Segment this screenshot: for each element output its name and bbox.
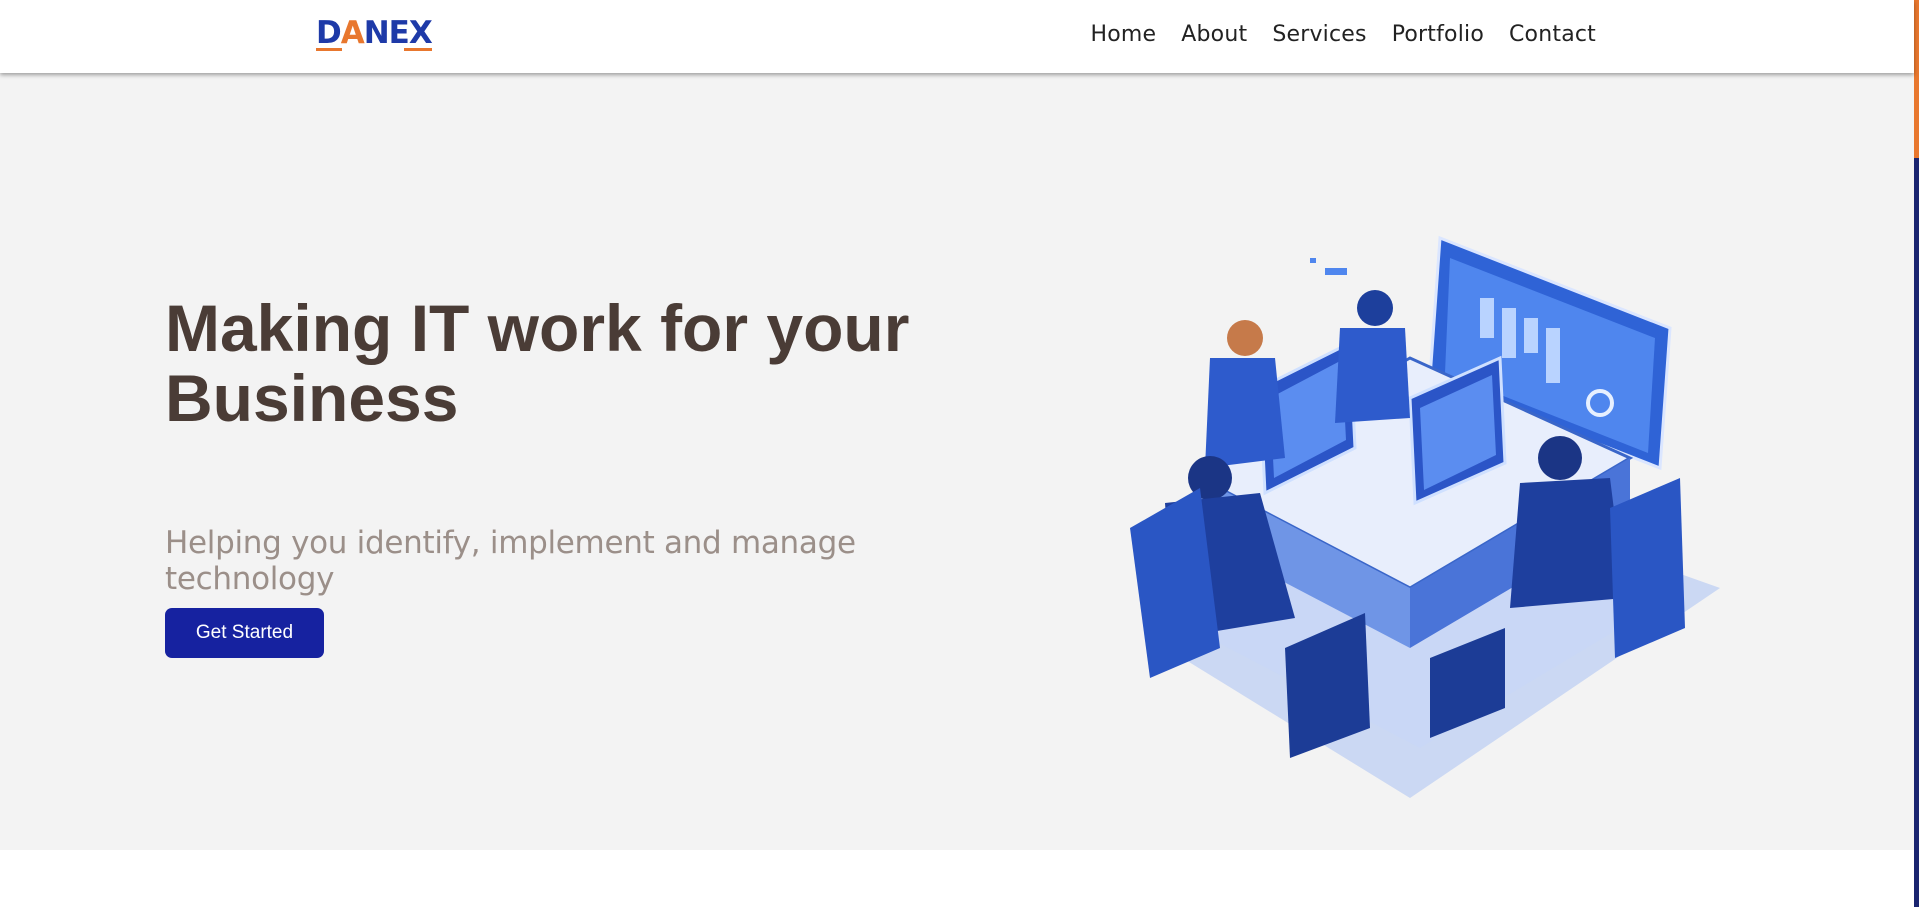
nav-services[interactable]: Services: [1272, 20, 1366, 50]
isometric-office-illustration: [1130, 235, 1720, 798]
hero-section: Making IT work for your Business Helping…: [0, 73, 1914, 850]
scrollbar-thumb[interactable]: [1914, 0, 1919, 158]
hero-headline-line1: Making IT work for your: [165, 291, 910, 365]
hero-subheadline: Helping you identify, implement and mana…: [165, 525, 856, 597]
screen-bar: [1524, 318, 1538, 353]
nav-contact[interactable]: Contact: [1509, 20, 1596, 50]
nav-portfolio[interactable]: Portfolio: [1392, 20, 1484, 50]
person-body: [1335, 328, 1410, 423]
site-header: DANEX Home About Services Portfolio Cont…: [0, 0, 1914, 73]
person-head: [1227, 320, 1263, 356]
nav-about[interactable]: About: [1181, 20, 1247, 50]
logo-underline-right: [404, 48, 432, 51]
floating-tile: [1310, 258, 1316, 263]
get-started-button[interactable]: Get Started: [165, 608, 324, 658]
page-scrollbar[interactable]: [1914, 0, 1919, 907]
floating-tile: [1325, 268, 1347, 275]
logo-underline-left: [316, 48, 342, 51]
hero-headline: Making IT work for your Business: [165, 293, 965, 433]
logo-wordmark: DANEX: [316, 15, 433, 51]
person-head: [1357, 290, 1393, 326]
brand-logo[interactable]: DANEX: [316, 15, 433, 52]
screen-bar: [1502, 308, 1516, 358]
person-body: [1205, 358, 1285, 468]
person-body: [1510, 478, 1625, 608]
screen-bar: [1546, 328, 1560, 383]
nav-home[interactable]: Home: [1090, 20, 1156, 50]
office-chair: [1610, 478, 1685, 658]
main-nav: Home About Services Portfolio Contact: [1090, 20, 1596, 50]
hero-headline-line2: Business: [165, 361, 459, 435]
screen-bar: [1480, 298, 1494, 338]
person-head: [1538, 436, 1582, 480]
